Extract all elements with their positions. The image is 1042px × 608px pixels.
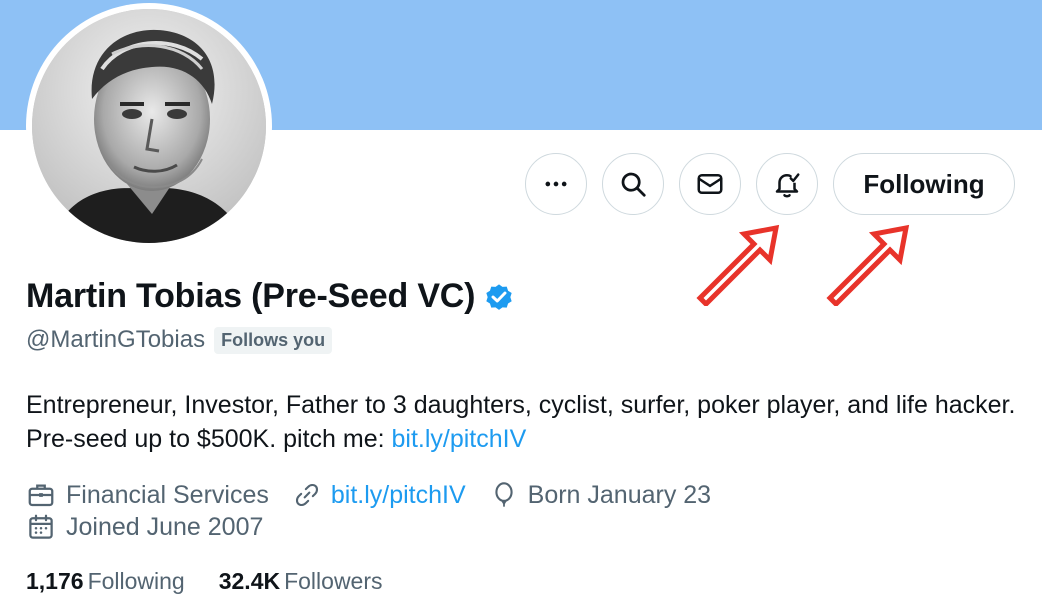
red-arrow-annotation-icon	[696, 224, 780, 306]
briefcase-icon	[28, 484, 54, 507]
following-count-link[interactable]: 1,176 Following	[26, 568, 185, 595]
profile-website[interactable]: bit.ly/pitchIV	[293, 481, 466, 510]
website-link[interactable]: bit.ly/pitchIV	[331, 481, 466, 510]
more-options-button[interactable]	[525, 153, 587, 215]
follows-you-badge: Follows you	[214, 326, 333, 354]
display-name: Martin Tobias (Pre-Seed VC)	[26, 277, 476, 315]
link-icon	[295, 483, 318, 507]
category-label: Financial Services	[66, 480, 269, 509]
birthday-label: Born January 23	[527, 480, 712, 509]
calendar-icon	[29, 514, 53, 539]
followers-count-link[interactable]: 32.4K Followers	[219, 568, 383, 595]
profile-category: Financial Services	[26, 480, 269, 510]
search-icon	[621, 172, 646, 197]
joined-label: Joined June 2007	[66, 512, 264, 541]
bell-check-icon	[775, 173, 800, 198]
profile-joined: Joined June 2007	[26, 512, 263, 542]
profile-avatar[interactable]	[26, 3, 272, 249]
followers-label: Followers	[284, 568, 383, 594]
avatar-portrait-image	[32, 9, 266, 243]
profile-birthday: Born January 23	[490, 481, 711, 510]
notifications-button[interactable]	[756, 153, 818, 215]
profile-bio: Entrepreneur, Investor, Father to 3 daug…	[26, 388, 1016, 456]
following-button[interactable]: Following	[833, 153, 1015, 215]
verified-badge-icon[interactable]	[483, 281, 515, 313]
search-profile-button[interactable]	[602, 153, 664, 215]
following-label: Following	[87, 568, 185, 594]
profile-handle: @MartinGTobias	[26, 326, 206, 353]
more-horizontal-icon	[545, 181, 567, 187]
envelope-icon	[697, 174, 723, 194]
red-arrow-annotation-icon	[826, 224, 910, 306]
following-count: 1,176	[26, 568, 84, 594]
balloon-icon	[495, 482, 513, 507]
message-button[interactable]	[679, 153, 741, 215]
followers-count: 32.4K	[218, 568, 281, 594]
bio-link[interactable]: bit.ly/pitchIV	[392, 425, 527, 453]
